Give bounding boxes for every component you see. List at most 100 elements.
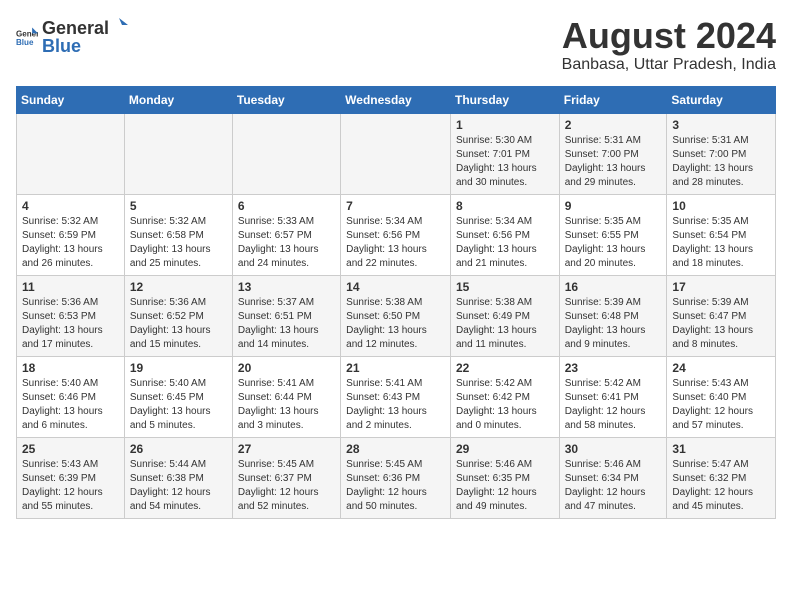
day-content: Sunrise: 5:43 AMSunset: 6:40 PMDaylight:… xyxy=(672,377,770,433)
day-number: 10 xyxy=(672,199,770,213)
calendar-cell: 16 Sunrise: 5:39 AMSunset: 6:48 PMDayligh… xyxy=(559,275,667,356)
day-content: Sunrise: 5:45 AMSunset: 6:37 PMDaylight:… xyxy=(238,458,335,514)
day-content: Sunrise: 5:39 AMSunset: 6:48 PMDaylight:… xyxy=(565,296,662,352)
day-number: 18 xyxy=(22,361,119,375)
day-number: 23 xyxy=(565,361,662,375)
logo-icon: General Blue xyxy=(16,26,38,48)
calendar-cell: 30 Sunrise: 5:46 AMSunset: 6:34 PMDayligh… xyxy=(559,437,667,518)
day-content: Sunrise: 5:37 AMSunset: 6:51 PMDaylight:… xyxy=(238,296,335,352)
day-number: 25 xyxy=(22,442,119,456)
day-number: 19 xyxy=(130,361,227,375)
calendar-week-row: 18Sunrise: 5:40 AMSunset: 6:46 PMDayligh… xyxy=(17,356,776,437)
day-content: Sunrise: 5:32 AMSunset: 6:59 PMDaylight:… xyxy=(22,215,119,271)
calendar-cell: 26Sunrise: 5:44 AMSunset: 6:38 PMDayligh… xyxy=(124,437,232,518)
day-content: Sunrise: 5:46 AMSunset: 6:34 PMDaylight:… xyxy=(565,458,662,514)
day-number: 9 xyxy=(565,199,662,213)
day-content: Sunrise: 5:38 AMSunset: 6:49 PMDaylight:… xyxy=(456,296,554,352)
calendar-cell: 7Sunrise: 5:34 AMSunset: 6:56 PMDaylight… xyxy=(341,194,451,275)
weekday-header-tuesday: Tuesday xyxy=(232,86,340,113)
calendar-table: SundayMondayTuesdayWednesdayThursdayFrid… xyxy=(16,86,776,519)
day-number: 20 xyxy=(238,361,335,375)
calendar-week-row: 4 Sunrise: 5:32 AMSunset: 6:59 PMDaylight… xyxy=(17,194,776,275)
day-number: 11 xyxy=(22,280,119,294)
day-number: 15 xyxy=(456,280,554,294)
day-number: 30 xyxy=(565,442,662,456)
calendar-cell: 8Sunrise: 5:34 AMSunset: 6:56 PMDaylight… xyxy=(450,194,559,275)
calendar-cell: 29 Sunrise: 5:46 AMSunset: 6:35 PMDayligh… xyxy=(450,437,559,518)
calendar-cell: 17 Sunrise: 5:39 AMSunset: 6:47 PMDayligh… xyxy=(667,275,776,356)
day-content: Sunrise: 5:47 AMSunset: 6:32 PMDaylight:… xyxy=(672,458,770,514)
day-number: 3 xyxy=(672,118,770,132)
calendar-cell: 1 Sunrise: 5:30 AMSunset: 7:01 PMDaylight… xyxy=(450,113,559,194)
calendar-week-row: 1 Sunrise: 5:30 AMSunset: 7:01 PMDaylight… xyxy=(17,113,776,194)
calendar-cell: 19 Sunrise: 5:40 AMSunset: 6:45 PMDayligh… xyxy=(124,356,232,437)
day-number: 5 xyxy=(130,199,227,213)
logo-blue-text: Blue xyxy=(42,36,81,56)
calendar-cell xyxy=(232,113,340,194)
day-number: 21 xyxy=(346,361,445,375)
day-content: Sunrise: 5:41 AMSunset: 6:43 PMDaylight:… xyxy=(346,377,445,433)
calendar-cell: 25 Sunrise: 5:43 AMSunset: 6:39 PMDayligh… xyxy=(17,437,125,518)
svg-text:Blue: Blue xyxy=(16,38,34,47)
location-subtitle: Banbasa, Uttar Pradesh, India xyxy=(562,56,776,74)
day-number: 13 xyxy=(238,280,335,294)
day-number: 16 xyxy=(565,280,662,294)
calendar-cell: 11 Sunrise: 5:36 AMSunset: 6:53 PMDayligh… xyxy=(17,275,125,356)
calendar-header-row: SundayMondayTuesdayWednesdayThursdayFrid… xyxy=(17,86,776,113)
calendar-cell: 13 Sunrise: 5:37 AMSunset: 6:51 PMDayligh… xyxy=(232,275,340,356)
calendar-cell: 10 Sunrise: 5:35 AMSunset: 6:54 PMDayligh… xyxy=(667,194,776,275)
day-number: 17 xyxy=(672,280,770,294)
calendar-cell: 23 Sunrise: 5:42 AMSunset: 6:41 PMDayligh… xyxy=(559,356,667,437)
day-number: 1 xyxy=(456,118,554,132)
day-number: 27 xyxy=(238,442,335,456)
day-content: Sunrise: 5:44 AMSunset: 6:38 PMDaylight:… xyxy=(130,458,227,514)
calendar-cell: 22Sunrise: 5:42 AMSunset: 6:42 PMDayligh… xyxy=(450,356,559,437)
calendar-cell: 12Sunrise: 5:36 AMSunset: 6:52 PMDayligh… xyxy=(124,275,232,356)
calendar-week-row: 11 Sunrise: 5:36 AMSunset: 6:53 PMDayligh… xyxy=(17,275,776,356)
day-content: Sunrise: 5:30 AMSunset: 7:01 PMDaylight:… xyxy=(456,134,554,190)
calendar-cell: 21 Sunrise: 5:41 AMSunset: 6:43 PMDayligh… xyxy=(341,356,451,437)
calendar-cell xyxy=(17,113,125,194)
day-content: Sunrise: 5:31 AMSunset: 7:00 PMDaylight:… xyxy=(672,134,770,190)
day-content: Sunrise: 5:46 AMSunset: 6:35 PMDaylight:… xyxy=(456,458,554,514)
day-number: 31 xyxy=(672,442,770,456)
calendar-cell: 9Sunrise: 5:35 AMSunset: 6:55 PMDaylight… xyxy=(559,194,667,275)
day-number: 28 xyxy=(346,442,445,456)
day-number: 4 xyxy=(22,199,119,213)
calendar-cell: 15 Sunrise: 5:38 AMSunset: 6:49 PMDayligh… xyxy=(450,275,559,356)
calendar-cell: 5 Sunrise: 5:32 AMSunset: 6:58 PMDaylight… xyxy=(124,194,232,275)
calendar-week-row: 25 Sunrise: 5:43 AMSunset: 6:39 PMDayligh… xyxy=(17,437,776,518)
calendar-cell: 28 Sunrise: 5:45 AMSunset: 6:36 PMDayligh… xyxy=(341,437,451,518)
day-content: Sunrise: 5:42 AMSunset: 6:42 PMDaylight:… xyxy=(456,377,554,433)
day-content: Sunrise: 5:32 AMSunset: 6:58 PMDaylight:… xyxy=(130,215,227,271)
logo: General Blue General Blue xyxy=(16,16,129,57)
day-content: Sunrise: 5:43 AMSunset: 6:39 PMDaylight:… xyxy=(22,458,119,514)
day-number: 29 xyxy=(456,442,554,456)
calendar-cell: 18Sunrise: 5:40 AMSunset: 6:46 PMDayligh… xyxy=(17,356,125,437)
day-number: 6 xyxy=(238,199,335,213)
page-header: General Blue General Blue August 2024 Ba… xyxy=(16,16,776,74)
day-number: 2 xyxy=(565,118,662,132)
calendar-cell: 27 Sunrise: 5:45 AMSunset: 6:37 PMDayligh… xyxy=(232,437,340,518)
calendar-cell: 2Sunrise: 5:31 AMSunset: 7:00 PMDaylight… xyxy=(559,113,667,194)
calendar-cell: 20 Sunrise: 5:41 AMSunset: 6:44 PMDayligh… xyxy=(232,356,340,437)
weekday-header-sunday: Sunday xyxy=(17,86,125,113)
day-number: 24 xyxy=(672,361,770,375)
calendar-cell: 4 Sunrise: 5:32 AMSunset: 6:59 PMDaylight… xyxy=(17,194,125,275)
day-content: Sunrise: 5:36 AMSunset: 6:52 PMDaylight:… xyxy=(130,296,227,352)
day-content: Sunrise: 5:34 AMSunset: 6:56 PMDaylight:… xyxy=(346,215,445,271)
weekday-header-monday: Monday xyxy=(124,86,232,113)
weekday-header-thursday: Thursday xyxy=(450,86,559,113)
day-content: Sunrise: 5:41 AMSunset: 6:44 PMDaylight:… xyxy=(238,377,335,433)
calendar-cell: 31 Sunrise: 5:47 AMSunset: 6:32 PMDayligh… xyxy=(667,437,776,518)
day-content: Sunrise: 5:45 AMSunset: 6:36 PMDaylight:… xyxy=(346,458,445,514)
day-content: Sunrise: 5:36 AMSunset: 6:53 PMDaylight:… xyxy=(22,296,119,352)
calendar-cell xyxy=(341,113,451,194)
day-content: Sunrise: 5:35 AMSunset: 6:54 PMDaylight:… xyxy=(672,215,770,271)
day-number: 14 xyxy=(346,280,445,294)
day-content: Sunrise: 5:42 AMSunset: 6:41 PMDaylight:… xyxy=(565,377,662,433)
calendar-cell: 24 Sunrise: 5:43 AMSunset: 6:40 PMDayligh… xyxy=(667,356,776,437)
weekday-header-friday: Friday xyxy=(559,86,667,113)
day-content: Sunrise: 5:40 AMSunset: 6:45 PMDaylight:… xyxy=(130,377,227,433)
day-content: Sunrise: 5:39 AMSunset: 6:47 PMDaylight:… xyxy=(672,296,770,352)
